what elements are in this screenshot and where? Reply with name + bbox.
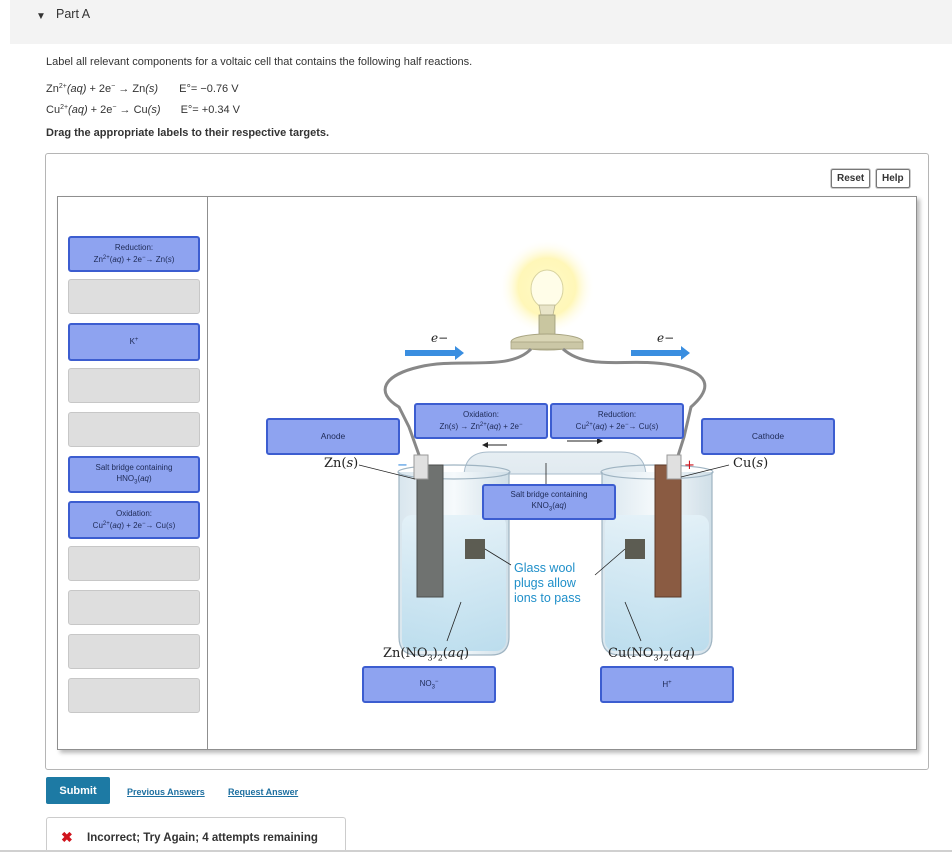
bulb-base-bottom (510, 341, 584, 350)
bank-empty-slot (68, 590, 200, 625)
zn-solid-label: Zn(s) (324, 456, 359, 471)
bank-empty-slot (68, 279, 200, 314)
bank-label-oxidation-cu[interactable]: Oxidation: Cu2+(aq) + 2e−→ Cu(s) (68, 501, 200, 539)
half-reaction-cu: Cu2+(aq) + 2e− → Cu(s) E°= +0.34 V (46, 104, 241, 116)
placed-label-anode[interactable]: Anode (266, 418, 400, 455)
bank-empty-slot (68, 546, 200, 581)
bank-empty-slot (68, 412, 200, 447)
bank-empty-slot (68, 678, 200, 713)
placed-label-cathode[interactable]: Cathode (701, 418, 835, 455)
zinc-clip (413, 454, 429, 480)
reset-button[interactable]: Reset (831, 169, 871, 188)
electron-arrow-right (631, 346, 690, 360)
request-answer-link[interactable]: Request Answer (228, 787, 298, 797)
part-header[interactable]: ▼ Part A (10, 0, 952, 44)
placed-label-h-plus[interactable]: H+ (600, 666, 734, 703)
zinc-electrode (416, 464, 444, 598)
help-button[interactable]: Help (876, 169, 910, 188)
glass-wool-caption: Glass wool plugs allow ions to pass (514, 561, 581, 605)
feedback-message: Incorrect; Try Again; 4 attempts remaini… (87, 832, 318, 844)
previous-answers-link[interactable]: Previous Answers (127, 787, 205, 797)
placed-label-reduction-cu[interactable]: Reduction: Cu2+(aq) + 2e−→ Cu(s) (550, 403, 684, 439)
light-bulb-icon (530, 269, 564, 309)
electron-label-right: e− (657, 331, 674, 345)
half-reaction-zn: Zn2+(aq) + 2e− → Zn(s) E°= −0.76 V (46, 83, 239, 95)
cu-solution-label: Cu(NO3)2(aq) (608, 646, 695, 663)
zn-solution-label: Zn(NO3)2(aq) (383, 646, 470, 663)
left-glass-wool-plug (465, 539, 485, 559)
feedback-box: ✖ Incorrect; Try Again; 4 attempts remai… (46, 817, 346, 852)
bank-label-reduction-zn[interactable]: Reduction: Zn2+(aq) + 2e−→ Zn(s) (68, 236, 200, 272)
cathode-plus-sign: + (684, 458, 695, 473)
copper-electrode (654, 464, 682, 598)
bulb-neck (538, 304, 556, 316)
question-prompt: Label all relevant components for a volt… (46, 56, 473, 68)
bank-label-k-plus[interactable]: K+ (68, 323, 200, 361)
placed-label-nitrate-ion[interactable]: NO3− (362, 666, 496, 703)
left-wire (383, 347, 533, 456)
right-glass-wool-plug (625, 539, 645, 559)
voltaic-cell-diagram: e− e− − + (358, 239, 730, 656)
instruction-text: Drag the appropriate labels to their res… (46, 127, 330, 139)
placed-label-salt-bridge-kno3[interactable]: Salt bridge containing KNO3(aq) (482, 484, 616, 520)
electron-label-left: e− (431, 331, 448, 345)
bank-label-salt-bridge-hno3[interactable]: Salt bridge containing HNO3(aq) (68, 456, 200, 493)
placed-label-oxidation-zn[interactable]: Oxidation: Zn(s) → Zn2+(aq) + 2e− (414, 403, 548, 439)
part-title: Part A (56, 7, 91, 21)
submit-button[interactable]: Submit (46, 777, 110, 804)
bank-empty-slot (68, 634, 200, 669)
error-x-icon: ✖ (61, 829, 73, 845)
cu-solid-label: Cu(s) (733, 456, 769, 471)
anode-minus-sign: − (397, 458, 408, 473)
bank-divider (207, 197, 208, 749)
collapse-triangle-icon[interactable]: ▼ (36, 11, 46, 22)
electron-arrow-left (405, 346, 464, 360)
bank-empty-slot (68, 368, 200, 403)
anion-flow-arrowhead (482, 442, 488, 448)
copper-clip (666, 454, 682, 480)
